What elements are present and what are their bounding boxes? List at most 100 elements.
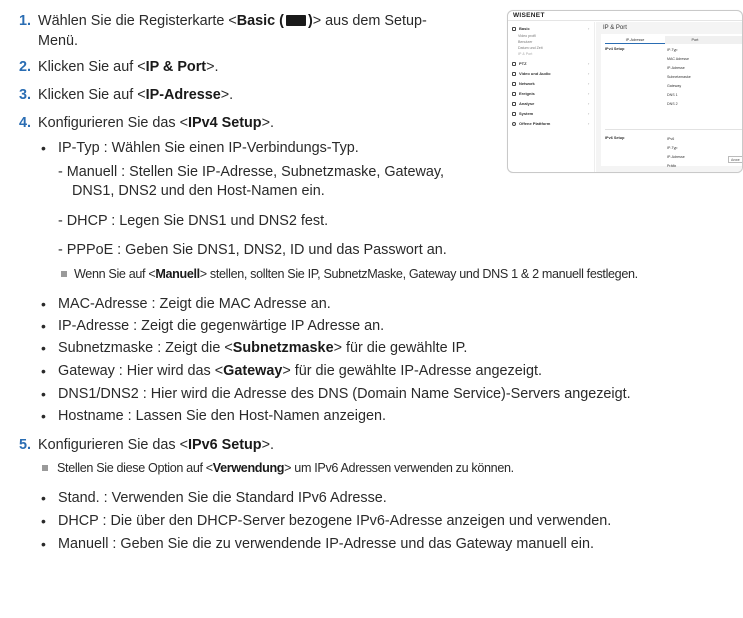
step-4-text: Konfigurieren Sie das <IPv4 Setup>. [38,113,274,133]
step-1-pre: Wählen Sie die Registerkarte < [38,13,237,29]
step-2-text: Klicken Sie auf <IP & Port>. [38,57,219,77]
ip-type-bullet: IP-Typ : Wählen Sie einen IP-Verbindungs… [41,138,359,158]
step-1-post: > aus dem Setup- [312,13,427,29]
screenshot-main: IP & Port IP-Adresse Port IPv4 Setup IP-… [596,22,742,172]
system-icon [512,112,516,116]
chevron-right-icon: › [588,91,590,96]
gateway-bullet: Gateway : Hier wird das <Gateway> für di… [41,361,542,381]
sidebar-item-open-platform[interactable]: Offene Plattform [519,121,550,126]
video-audio-icon [512,72,516,76]
ipv6-note-bold: Verwendung [212,461,285,475]
sidebar-sub-datetime[interactable]: Datum und Zeit [518,46,543,50]
manual-option-cont: DNS1, DNS2 und den Host-Namen ein. [72,183,325,199]
step-number: 1. [19,13,32,29]
page-title: IP & Port [603,25,627,31]
ipv6-note-pre: Stellen Sie diese Option auf < [57,461,213,475]
sidebar-sub-video-profile[interactable]: Video profil [518,34,536,38]
basic-icon [512,27,516,31]
step-number: 5. [19,437,32,453]
row-ip-type[interactable]: IP-Typ [667,48,677,52]
chevron-right-icon: › [588,111,590,116]
row-ipv6-type[interactable]: IP-Typ [667,146,677,150]
setup-screenshot: WISENET Basic › Video profil Benutzer Da… [507,10,743,173]
step-5-pre: Konfigurieren Sie das < [38,437,188,453]
apply-button[interactable]: Anwe [728,156,742,163]
std-bullet: Stand. : Verwenden Sie die Standard IPv6… [41,488,387,508]
row-dns2[interactable]: DNS 2 [667,102,678,106]
sidebar-item-system[interactable]: System [519,111,533,116]
dns-bullet: DNS1/DNS2 : Hier wird die Adresse des DN… [41,384,631,404]
settings-panel: IP-Adresse Port IPv4 Setup IP-Typ MAC Ad… [601,34,742,168]
chevron-right-icon: › [588,121,590,126]
row-mac: MAC Adresse [667,57,689,61]
step-3-pre: Klicken Sie auf < [38,87,146,103]
ipv6-note-post: > um IPv6 Adressen verwenden zu können. [284,461,514,475]
ipv4-note-bold: Manuell [155,267,200,281]
hostname-bullet: Hostname : Lassen Sie den Host-Namen anz… [41,406,386,426]
tab-bar: IP-Adresse Port [605,36,742,44]
subnet-post: > für die gewählte IP. [333,340,468,356]
step-2-bold: IP & Port [145,59,207,75]
ipv6-note: Stellen Sie diese Option auf <Verwendung… [57,458,514,478]
events-icon [512,92,516,96]
row-ipv6-prefix: Präfix [667,164,677,168]
sidebar-item-analysis[interactable]: Analyse [519,101,534,106]
ipv4-note-post: > stellen, sollten Sie IP, SubnetzMaske,… [199,267,638,281]
analysis-icon [512,102,516,106]
screenshot-sidebar: Basic › Video profil Benutzer Datum und … [508,22,595,172]
ipv4-note: Wenn Sie auf <Manuell> stellen, sollten … [74,264,638,284]
subnet-bullet: Subnetzmaske : Zeigt die <Subnetzmaske> … [41,338,468,358]
mac-bullet: MAC-Adresse : Zeigt die MAC Adresse an. [41,294,331,314]
row-dns1[interactable]: DNS 1 [667,93,678,97]
ipv4-section-label: IPv4 Setup [605,47,625,51]
gateway-bold: Gateway [223,363,283,379]
step-4-pre: Konfigurieren Sie das < [38,115,188,131]
row-ip[interactable]: IP-Adresse [667,66,685,70]
sidebar-item-events[interactable]: Ereignis [519,91,535,96]
step-5-text: Konfigurieren Sie das <IPv6 Setup>. [38,435,274,455]
row-gateway[interactable]: Gateway [667,84,681,88]
step-2-post: >. [206,59,219,75]
subnet-bold: Subnetzmaske [232,340,334,356]
tab-ip-address[interactable]: IP-Adresse [605,36,665,44]
manual-option: - Manuell : Stellen Sie IP-Adresse, Subn… [58,164,445,180]
section-divider [605,129,742,130]
sidebar-sub-users[interactable]: Benutzer [518,40,532,44]
sidebar-item-video-audio[interactable]: Video und Audio [519,71,551,76]
step-3-text: Klicken Sie auf <IP-Adresse>. [38,85,233,105]
step-1-text: Wählen Sie die Registerkarte <Basic ()> … [38,11,427,31]
step-3-post: >. [220,87,234,103]
chevron-right-icon: › [588,101,590,106]
sidebar-item-basic[interactable]: Basic [519,26,530,31]
ip-bullet: IP-Adresse : Zeigt die gegenwärtige IP A… [41,316,384,336]
step-2-pre: Klicken Sie auf < [38,59,146,75]
menu-icon [285,15,306,26]
subnet-pre: Subnetzmaske : Zeigt die < [58,340,233,356]
sidebar-item-ptz[interactable]: PTZ [519,61,527,66]
pppoe-option: - PPPoE : Geben Sie DNS1, DNS2, ID und d… [58,242,447,258]
open-platform-icon [512,122,516,126]
ipv6-dhcp-bullet: DHCP : Die über den DHCP-Server bezogene… [41,511,611,531]
row-ipv6[interactable]: IPv6 [667,137,674,141]
step-number: 4. [19,115,32,131]
ipv4-note-pre: Wenn Sie auf < [74,267,156,281]
row-ipv6-address: IP-Adresse [667,155,685,159]
step-4-bold: IPv4 Setup [188,115,262,131]
ipv6-manual-bullet: Manuell : Geben Sie die zu verwendende I… [41,534,594,554]
chevron-right-icon: › [588,61,590,66]
step-number: 2. [19,59,32,75]
step-5-post: >. [261,437,274,453]
step-3-bold: IP-Adresse [145,87,221,103]
brand-logo: WISENET [513,12,545,19]
step-5-bold: IPv6 Setup [188,437,262,453]
sidebar-item-network[interactable]: Network [519,81,535,86]
chevron-right-icon: › [588,81,590,86]
sidebar-sub-ip-port[interactable]: IP & Port [518,52,532,56]
chevron-right-icon: › [588,26,590,31]
step-4-post: >. [261,115,274,131]
tab-port[interactable]: Port [665,36,725,44]
step-1-continuation: Menü. [38,33,78,49]
row-subnet[interactable]: Subnetzmaske [667,75,691,79]
note-marker-icon [42,465,48,471]
ptz-icon [512,62,516,66]
